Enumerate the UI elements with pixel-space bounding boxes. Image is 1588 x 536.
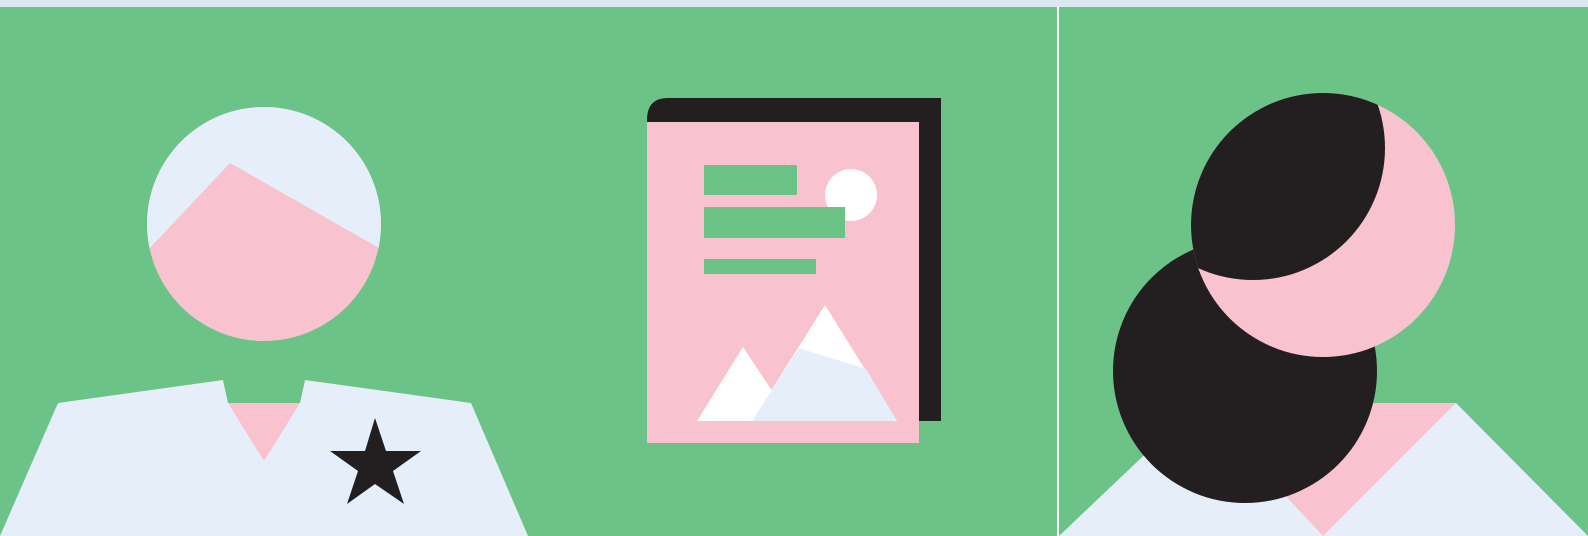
document-text-line-overlay [704,207,845,238]
document-text-line [704,259,816,274]
document-text-line [704,165,797,195]
panel-divider [1057,7,1059,536]
top-strip [0,0,1588,7]
photo-document-icon [647,98,941,443]
illustration-scene [0,0,1588,536]
